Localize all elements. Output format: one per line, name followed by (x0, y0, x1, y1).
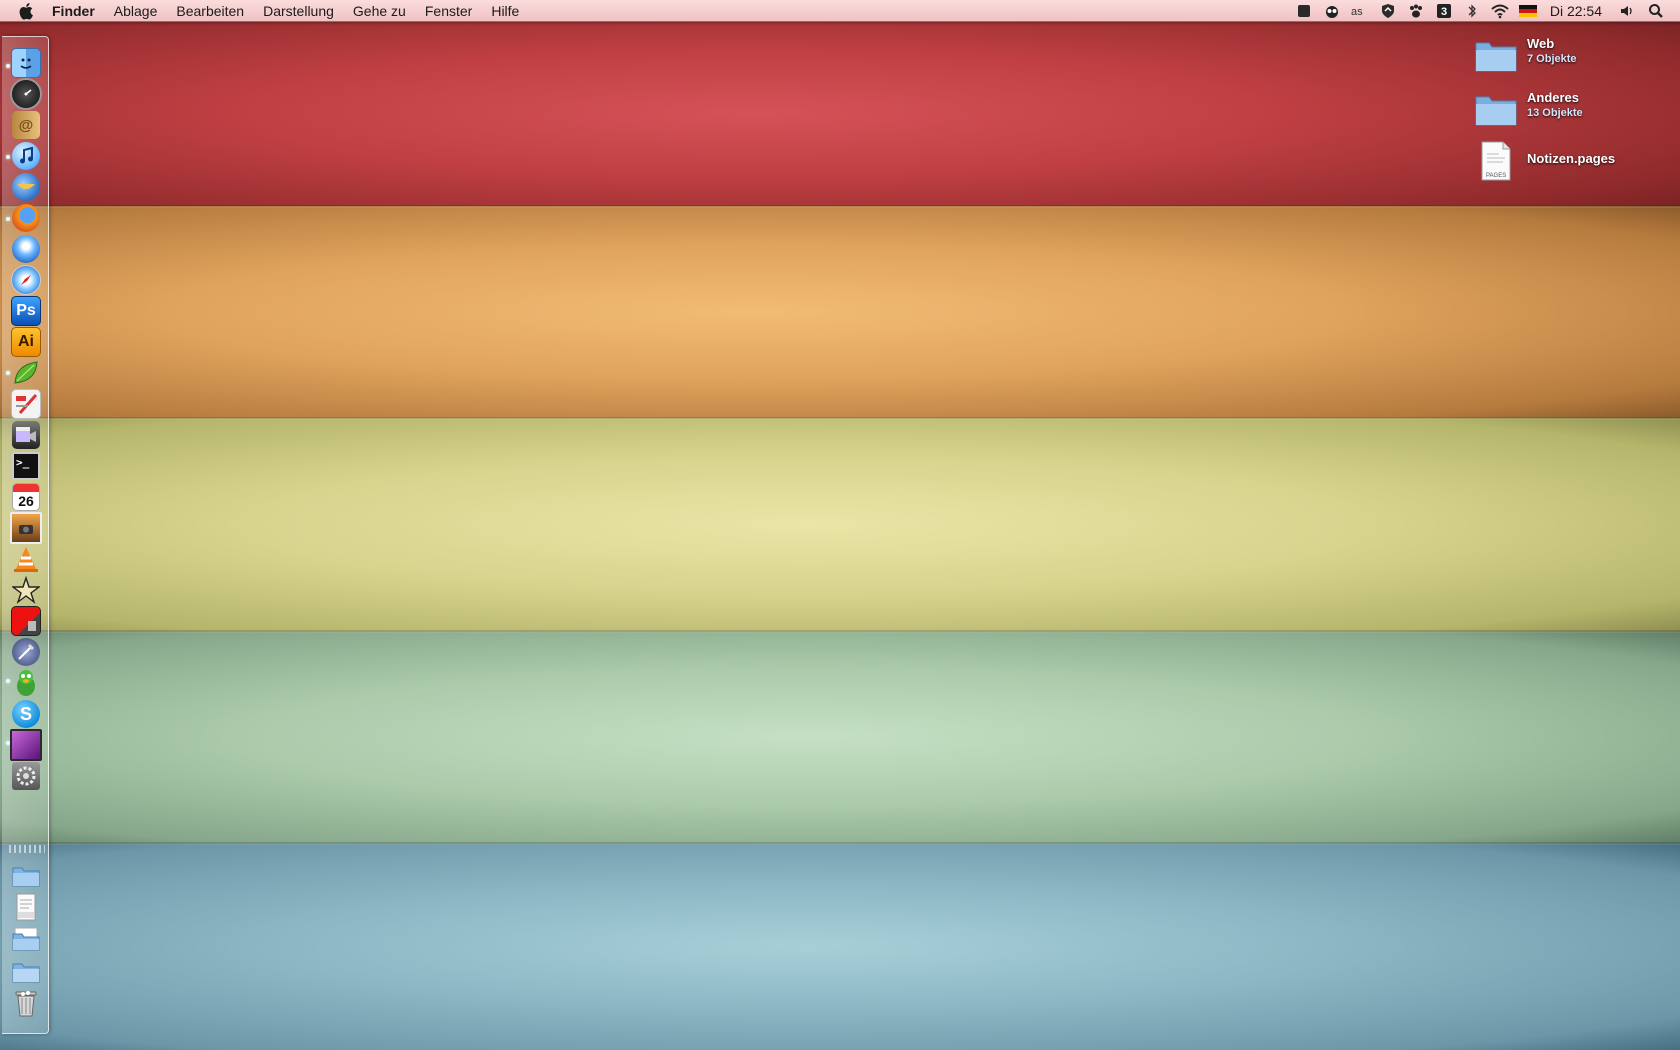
desktop-item-web[interactable]: Web 7 Objekte (1473, 32, 1577, 78)
adium-icon[interactable] (10, 668, 42, 698)
pages-document-icon: PAGES (1473, 138, 1519, 184)
itunes-icon[interactable] (10, 141, 42, 171)
bluetooth-icon[interactable] (1462, 0, 1482, 21)
pages-icon-label: PAGES (1486, 173, 1506, 179)
wallpaper-stripe-red (0, 0, 1680, 206)
firefox-icon[interactable] (10, 203, 42, 233)
thunderbird-icon[interactable] (10, 172, 42, 202)
pen-tool-icon[interactable] (10, 637, 42, 667)
imovie-icon[interactable] (10, 420, 42, 450)
camino-icon[interactable] (10, 234, 42, 264)
photo-booth-icon[interactable] (10, 606, 42, 636)
dock: @ Ps Ai >_ 26 S (2, 36, 49, 1034)
apple-logo-icon[interactable] (18, 2, 36, 20)
desktop-item-notizen[interactable]: PAGES Notizen.pages (1473, 138, 1615, 184)
applications-folder-icon[interactable] (10, 860, 42, 890)
purple-app-icon[interactable] (10, 729, 42, 761)
desktop-item-name: Notizen.pages (1527, 151, 1616, 166)
menu-app-name[interactable]: Finder (52, 3, 95, 19)
downloads-folder-icon[interactable] (10, 924, 42, 954)
wifi-icon[interactable] (1490, 0, 1510, 21)
safari-icon[interactable] (10, 265, 42, 295)
finder-icon[interactable] (10, 48, 42, 78)
folder-stack-icon[interactable] (10, 956, 42, 986)
wallpaper-stripe-green (0, 631, 1680, 843)
status-menu-area: as 3 Di 22:54 (1290, 0, 1680, 21)
wallpaper-stripe-blue (0, 843, 1680, 1050)
desktop-item-name: Anderes (1527, 90, 1580, 105)
stripe-seam (0, 842, 1680, 845)
folder-icon (1473, 32, 1519, 78)
volume-icon[interactable] (1618, 0, 1638, 21)
wallpaper-stripe-yellow (0, 418, 1680, 631)
address-book-icon[interactable]: @ (10, 110, 42, 140)
dock-separator (9, 845, 45, 853)
menu-fenster[interactable]: Fenster (425, 3, 472, 19)
stripe-seam (0, 417, 1680, 420)
desktop-wallpaper (0, 0, 1680, 1050)
dashboard-icon[interactable] (10, 78, 42, 110)
textmate-icon[interactable] (10, 389, 42, 419)
folder-icon (1473, 86, 1519, 132)
desktop-item-count: 7 Objekte (1527, 53, 1577, 65)
system-preferences-icon[interactable] (10, 761, 42, 791)
spaces-number: 3 (1441, 6, 1447, 18)
trash-icon[interactable] (10, 988, 42, 1018)
menu-darstellung[interactable]: Darstellung (263, 3, 334, 19)
menu-ablage[interactable]: Ablage (114, 3, 158, 19)
desktop-item-anderes[interactable]: Anderes 13 Objekte (1473, 86, 1583, 132)
lastfm-icon[interactable]: as (1350, 0, 1370, 21)
menu-bar: Finder Ablage Bearbeiten Darstellung Geh… (0, 0, 1680, 22)
svg-text:as: as (1351, 6, 1363, 17)
wallpaper-stripe-orange (0, 206, 1680, 418)
ical-icon[interactable]: 26 (10, 482, 42, 512)
spaces-icon[interactable]: 3 (1434, 0, 1454, 21)
spotlight-icon[interactable] (1646, 0, 1666, 21)
stripe-seam (0, 630, 1680, 633)
coda-icon[interactable] (10, 358, 42, 388)
desktop-item-count: 13 Objekte (1527, 107, 1583, 119)
menubar-clock[interactable]: Di 22:54 (1550, 3, 1602, 19)
imovie-star-icon[interactable] (10, 575, 42, 605)
documents-stack-icon[interactable] (10, 892, 42, 922)
flag-icon[interactable] (1294, 0, 1314, 21)
iphoto-icon[interactable] (10, 512, 42, 544)
vlc-icon[interactable] (10, 544, 42, 574)
menu-bearbeiten[interactable]: Bearbeiten (176, 3, 244, 19)
shield-icon[interactable] (1378, 0, 1398, 21)
terminal-icon[interactable]: >_ (10, 451, 42, 481)
skype-icon[interactable]: S (10, 699, 42, 729)
german-flag-icon[interactable] (1518, 0, 1538, 21)
photoshop-icon[interactable]: Ps (10, 296, 42, 326)
owl-icon[interactable] (1322, 0, 1342, 21)
desktop-item-name: Web (1527, 36, 1555, 51)
menu-hilfe[interactable]: Hilfe (491, 3, 519, 19)
menu-gehe-zu[interactable]: Gehe zu (353, 3, 406, 19)
paw-icon[interactable] (1406, 0, 1426, 21)
illustrator-icon[interactable]: Ai (10, 327, 42, 357)
stripe-seam (0, 205, 1680, 208)
